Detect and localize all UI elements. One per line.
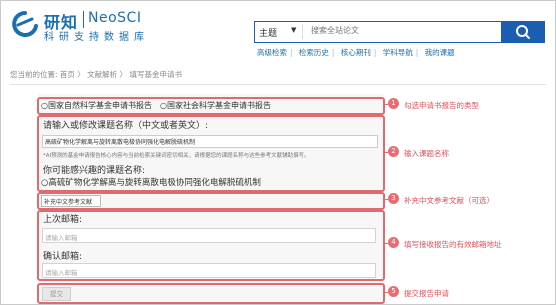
annotation-number-5: 5 [388, 286, 399, 297]
annotation-note-1: 勾选申请书报告的类型 [404, 101, 479, 110]
last-email-label: 上次邮箱: [43, 215, 83, 225]
annotation-number-2: 2 [388, 146, 399, 157]
suggested-topic[interactable]: ○高硫矿物化学解离与旋转离散电极协同强化电解脱硫机制 [41, 176, 261, 188]
logo-icon [12, 11, 38, 37]
search-category-select[interactable]: 主题 [259, 26, 277, 39]
nav-separator: | [290, 48, 293, 57]
submit-box [37, 283, 385, 304]
last-email-field[interactable] [42, 228, 376, 243]
nav-subject-guide[interactable]: 学科导航 [383, 48, 413, 57]
search-icon [516, 25, 530, 39]
nav-separator: | [331, 48, 335, 57]
annotation-note-2: 输入课题名称 [404, 149, 449, 158]
reference-input-label: 补充中文参考文献 [44, 199, 93, 206]
report-type-option-nsfc[interactable]: ○国家自然科学基金申请书报告 [41, 100, 152, 111]
header-nav: 高级检索 | 检索历史 | 核心期刊 | 学科导航 | 我的课题 [257, 47, 458, 58]
search-button[interactable] [501, 21, 545, 43]
last-email-placeholder: 请输入邮箱 [45, 234, 78, 242]
report-type-option-nssf[interactable]: ○国家社会科学基金申请书报告 [160, 100, 271, 111]
suggested-topic-text: 高硫矿物化学解离与旋转离散电极协同强化电解脱硫机制 [48, 178, 261, 188]
breadcrumb: 您当前的位置: 首页 〉 文献解析 〉 填写基金申请书 [10, 70, 182, 79]
topic-label: 请输入或修改课题名称（中文或者英文）: [43, 121, 209, 131]
nav-advanced-search[interactable]: 高级检索 [257, 48, 287, 57]
submit-button[interactable]: 提交 [42, 287, 71, 301]
nav-separator: | [415, 48, 419, 57]
logo-tagline: 科研支持数据库 [44, 32, 149, 43]
logo-separator [83, 11, 84, 28]
annotation-note-5: 提交报告申请 [404, 289, 449, 298]
annotation-number-3: 3 [388, 193, 399, 204]
report-type-option-label: 国家社会科学基金申请书报告 [166, 101, 271, 110]
search-divider [302, 25, 303, 39]
search-input[interactable] [311, 26, 481, 35]
confirm-email-field[interactable] [42, 263, 376, 278]
nav-search-history[interactable]: 检索历史 [299, 48, 329, 57]
annotation-note-4: 填写接收报告的有效邮箱地址 [404, 240, 502, 249]
confirm-email-placeholder: 请输入邮箱 [45, 269, 78, 277]
suggest-label: 你可能感兴趣的课题名称: [43, 166, 146, 176]
divider [10, 84, 546, 85]
caret-down-icon[interactable]: ▼ [291, 26, 296, 34]
confirm-email-label: 确认邮箱: [43, 252, 83, 262]
annotation-number-4: 4 [388, 237, 399, 248]
logo-text-en: NeoSCI [88, 10, 142, 26]
nav-separator: | [373, 48, 377, 57]
nav-core-journals[interactable]: 核心期刊 [341, 48, 371, 57]
topic-input-value: 高硫矿物化学解离与旋转离散电极协同强化电解脱硫机制 [45, 139, 196, 146]
search-box: 主题 ▼ [254, 21, 502, 43]
topic-note: *AI预测的基金申请报告核心内容与当前检索关键词密切相关，请根据您的课题名称与这… [43, 153, 310, 159]
nav-my-topics[interactable]: 我的课题 [425, 48, 455, 57]
annotation-note-3: 补充中文参考文献（可选） [404, 196, 494, 205]
report-type-option-label: 国家自然科学基金申请书报告 [47, 101, 152, 110]
annotation-number-1: 1 [388, 98, 399, 109]
